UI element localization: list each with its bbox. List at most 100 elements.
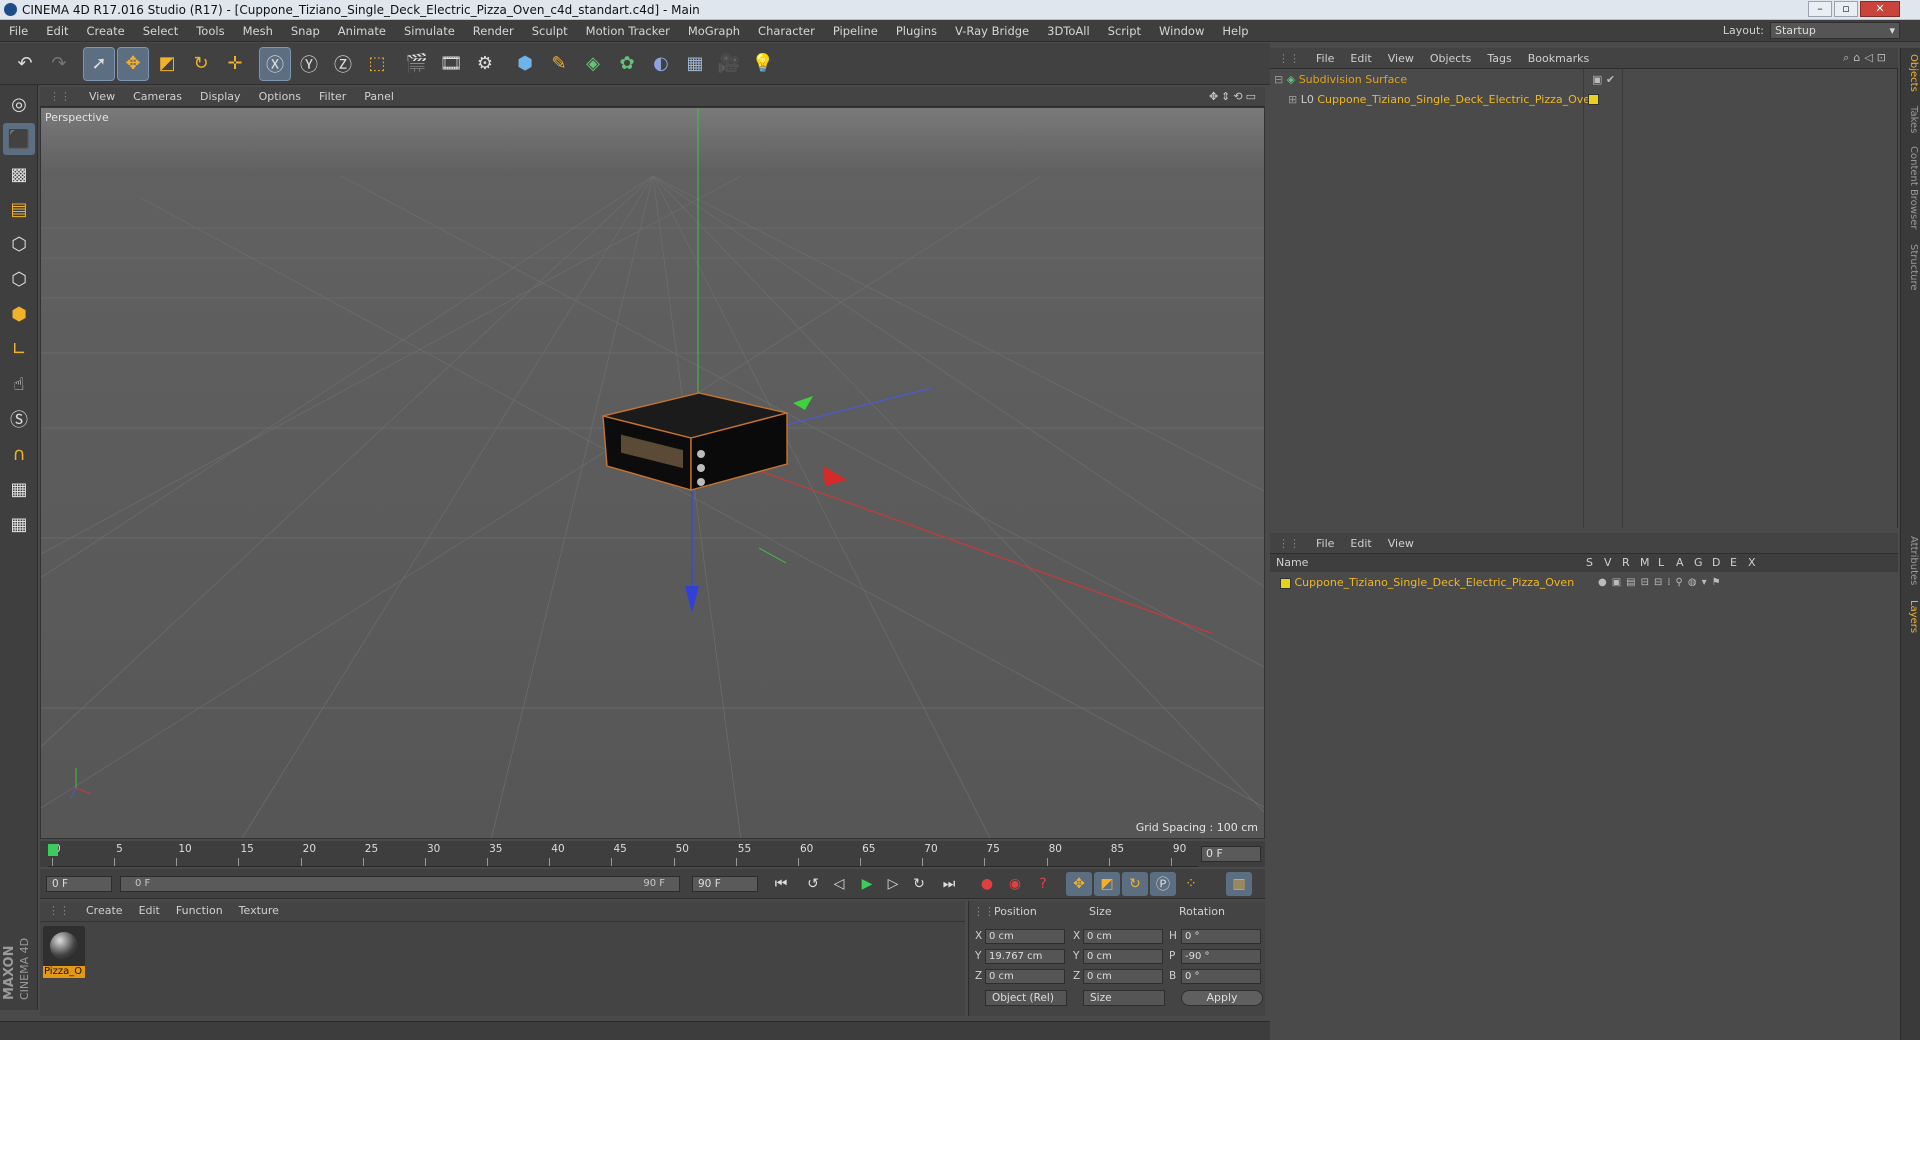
layout-select[interactable]: Startup	[1770, 22, 1900, 39]
layer-toggle-icons[interactable]: ●▣▤⊟⊟⁞⚲◍▾⚑	[1598, 574, 1726, 592]
render-view-icon[interactable]: 🎬	[402, 48, 432, 80]
cube-primitive-icon[interactable]: ⬢	[510, 48, 540, 80]
timeline-window-icon[interactable]: ▥	[1226, 872, 1252, 896]
end-frame-field[interactable]: 90 F	[692, 876, 758, 892]
x-axis-lock-icon[interactable]: Ⓧ	[259, 46, 291, 81]
column-solo[interactable]: S	[1586, 556, 1593, 569]
menu-help[interactable]: Help	[1213, 20, 1257, 42]
column-deformers[interactable]: D	[1712, 556, 1720, 569]
material-menu-create[interactable]: Create	[78, 901, 131, 921]
size-y-field[interactable]: 0 cm	[1083, 949, 1163, 964]
go-to-end-icon[interactable]: ⏭	[936, 872, 962, 896]
floor-scene-icon[interactable]: ▦	[680, 48, 710, 80]
rotation-p-field[interactable]: -90 °	[1181, 949, 1261, 964]
light-icon[interactable]: 💡	[748, 48, 778, 80]
record-pla-icon[interactable]: ⁘	[1178, 872, 1204, 896]
viewport-menu-view[interactable]: View	[80, 87, 124, 107]
deformer-icon[interactable]: ◐	[646, 48, 676, 80]
menu-simulate[interactable]: Simulate	[395, 20, 464, 42]
menu-motion-tracker[interactable]: Motion Tracker	[577, 20, 679, 42]
undo-icon[interactable]: ↶	[10, 48, 40, 80]
column-xrefs[interactable]: X	[1748, 556, 1756, 569]
menu-file[interactable]: File	[0, 20, 37, 42]
coordinate-system-icon[interactable]: ⬚	[362, 48, 392, 80]
column-locked[interactable]: L	[1658, 556, 1664, 569]
column-expressions[interactable]: E	[1730, 556, 1737, 569]
axis-mode-icon[interactable]: ∟	[3, 333, 35, 365]
menu-window[interactable]: Window	[1150, 20, 1213, 42]
redo-icon[interactable]: ↷	[44, 48, 74, 80]
material-menu-edit[interactable]: Edit	[131, 901, 168, 921]
om-search-icons[interactable]: ⌕⌂◁⊡	[1843, 51, 1890, 65]
snapping-icon[interactable]: Ⓢ	[3, 403, 35, 435]
tab-structure[interactable]: Structure	[1903, 244, 1919, 291]
position-z-field[interactable]: 0 cm	[985, 969, 1065, 984]
tweak-mode-icon[interactable]: ☝	[3, 368, 35, 400]
menu-character[interactable]: Character	[749, 20, 824, 42]
column-view[interactable]: V	[1604, 556, 1612, 569]
material-menu-function[interactable]: Function	[168, 901, 231, 921]
lm-menu-edit[interactable]: Edit	[1342, 533, 1379, 554]
column-generators[interactable]: G	[1694, 556, 1703, 569]
subdivision-surface-icon[interactable]: ◈	[578, 48, 608, 80]
om-menu-file[interactable]: File	[1308, 48, 1342, 69]
previous-frame-icon[interactable]: ◁	[826, 872, 852, 896]
menu-plugins[interactable]: Plugins	[887, 20, 946, 42]
menu-tools[interactable]: Tools	[187, 20, 233, 42]
object-name[interactable]: Subdivision Surface	[1299, 73, 1407, 86]
om-menu-tags[interactable]: Tags	[1479, 48, 1519, 69]
previous-key-icon[interactable]: ↺	[800, 872, 826, 896]
tab-objects[interactable]: Objects	[1903, 54, 1919, 92]
go-to-start-icon[interactable]: ⏮	[768, 872, 794, 896]
rotation-b-field[interactable]: 0 °	[1181, 969, 1261, 984]
column-name[interactable]: Name	[1276, 556, 1308, 569]
size-mode-dropdown[interactable]: Size	[1083, 990, 1165, 1006]
apply-button[interactable]: Apply	[1181, 990, 1263, 1006]
menu-mograph[interactable]: MoGraph	[679, 20, 749, 42]
points-mode-icon[interactable]: ⬡	[3, 228, 35, 260]
size-x-field[interactable]: 0 cm	[1083, 929, 1163, 944]
tab-content-browser[interactable]: Content Browser	[1903, 146, 1919, 229]
menu-pipeline[interactable]: Pipeline	[824, 20, 887, 42]
workplane-lock-icon[interactable]: ▦	[3, 473, 35, 505]
current-frame-field[interactable]: 0 F	[1201, 846, 1261, 862]
z-axis-lock-icon[interactable]: Ⓩ	[328, 48, 358, 80]
texture-mode-icon[interactable]: ▩	[3, 158, 35, 190]
make-editable-icon[interactable]: ◎	[3, 88, 35, 120]
viewport-menu-display[interactable]: Display	[191, 87, 250, 107]
y-axis-lock-icon[interactable]: Ⓨ	[294, 48, 324, 80]
menu-vray-bridge[interactable]: V-Ray Bridge	[946, 20, 1038, 42]
keyframe-selection-icon[interactable]: ?	[1030, 872, 1056, 896]
om-menu-edit[interactable]: Edit	[1342, 48, 1379, 69]
object-row[interactable]: ⊟ ◈ Subdivision Surface ▣ ✔	[1274, 71, 1894, 89]
material-thumbnail[interactable]	[43, 926, 85, 966]
next-frame-icon[interactable]: ▷	[880, 872, 906, 896]
viewport-menu-panel[interactable]: Panel	[355, 87, 403, 107]
object-row[interactable]: ⊞ L0 Cuppone_Tiziano_Single_Deck_Electri…	[1288, 91, 1908, 109]
menu-edit[interactable]: Edit	[37, 20, 77, 42]
menu-animate[interactable]: Animate	[329, 20, 395, 42]
record-active-objects-icon[interactable]: ●	[974, 872, 1000, 896]
size-z-field[interactable]: 0 cm	[1083, 969, 1163, 984]
play-forward-icon[interactable]: ▶	[854, 872, 880, 896]
scale-tool-icon[interactable]: ◩	[152, 48, 182, 80]
record-rotation-icon[interactable]: ↻	[1122, 872, 1148, 896]
lm-menu-view[interactable]: View	[1380, 533, 1422, 554]
collapse-icon[interactable]: ⊟	[1274, 73, 1283, 86]
material-menu-texture[interactable]: Texture	[231, 901, 287, 921]
recent-tool-icon[interactable]: ✛	[220, 48, 250, 80]
menu-3dtoall[interactable]: 3DToAll	[1038, 20, 1099, 42]
position-y-field[interactable]: 19.767 cm	[985, 949, 1065, 964]
object-visibility-icons[interactable]: ▣ ✔	[1592, 71, 1615, 89]
viewport-menu-filter[interactable]: Filter	[310, 87, 355, 107]
om-menu-objects[interactable]: Objects	[1422, 48, 1480, 69]
menu-sculpt[interactable]: Sculpt	[523, 20, 577, 42]
camera-icon[interactable]: 🎥	[714, 48, 744, 80]
spline-pen-icon[interactable]: ✎	[544, 48, 574, 80]
menu-select[interactable]: Select	[134, 20, 187, 42]
autokeying-icon[interactable]: ◉	[1002, 872, 1028, 896]
close-button[interactable]: ✕	[1860, 1, 1900, 17]
expand-icon[interactable]: ⊞	[1288, 93, 1297, 106]
minimize-button[interactable]: –	[1808, 1, 1832, 17]
next-key-icon[interactable]: ↻	[906, 872, 932, 896]
